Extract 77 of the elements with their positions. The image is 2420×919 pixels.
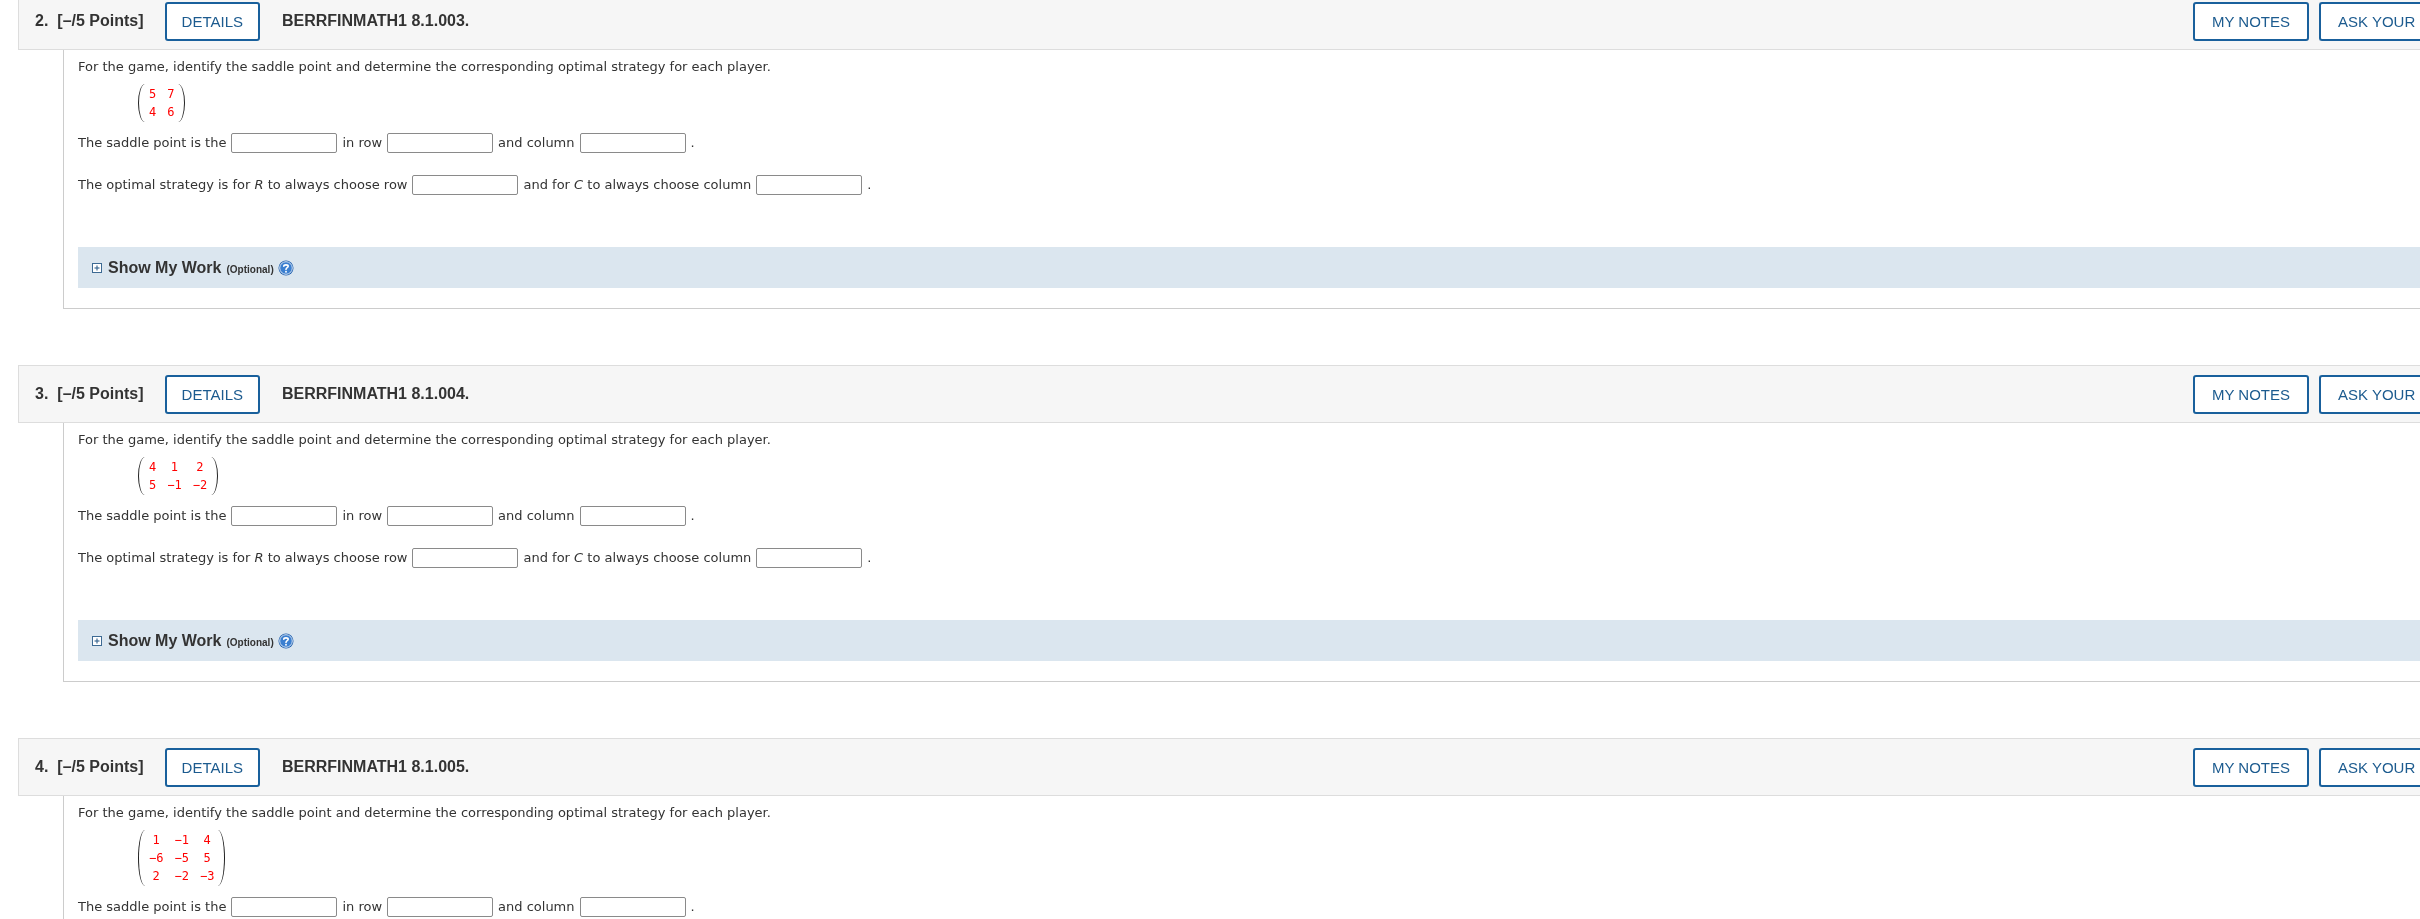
- matrix-entry: −1: [167, 477, 182, 494]
- question-code: BERRFINMATH1 8.1.005.: [282, 758, 470, 776]
- answer-field[interactable]: [231, 506, 338, 526]
- answer-field[interactable]: [579, 897, 686, 917]
- matrix-entry: 4: [149, 104, 157, 121]
- ask-button[interactable]: ASK YOUR: [2319, 1, 2420, 41]
- optional-label: (Optional): [226, 636, 274, 648]
- details-button[interactable]: DETAILS: [164, 1, 260, 41]
- help-icon[interactable]: [277, 632, 294, 649]
- matrix-entry: 4: [203, 832, 211, 849]
- question-number: 4.: [35, 758, 49, 776]
- question-number: 3.: [35, 385, 49, 403]
- answer-label: .: [867, 176, 872, 194]
- points-label: [–/5 Points]: [57, 758, 144, 776]
- answer-field[interactable]: [579, 506, 686, 526]
- answer-label: and column: [498, 134, 575, 152]
- help-icon[interactable]: [277, 259, 294, 276]
- question-prompt: For the game, identify the saddle point and determine the corresponding optimal strategy for each player.: [78, 804, 772, 822]
- matrix-entry: 6: [167, 104, 175, 121]
- answer-field[interactable]: [387, 506, 494, 526]
- answer-label: The optimal strategy is for R to always choose row: [78, 549, 408, 567]
- matrix-entry: 5: [203, 850, 211, 867]
- answer-label: in row: [342, 134, 383, 152]
- answer-field[interactable]: [231, 897, 338, 917]
- matrix-entry: −2: [174, 868, 189, 885]
- matrix-entry: −3: [199, 868, 215, 885]
- question-code: BERRFINMATH1 8.1.004.: [282, 385, 470, 403]
- answer-label: and column: [498, 507, 575, 525]
- question-number: 2.: [35, 12, 49, 30]
- matrix-entry: 1: [170, 459, 179, 476]
- answer-field[interactable]: [756, 548, 863, 568]
- details-button[interactable]: DETAILS: [164, 747, 260, 787]
- matrix-entry: −1: [174, 832, 189, 849]
- question-prompt: For the game, identify the saddle point and determine the corresponding optimal strategy for each player.: [78, 431, 772, 449]
- answer-field[interactable]: [412, 548, 519, 568]
- show-my-work-toggle[interactable]: Show My Work: [92, 258, 222, 277]
- matrix-entry: −5: [174, 850, 189, 867]
- answer-label: and column: [498, 898, 575, 916]
- question-code: BERRFINMATH1 8.1.003.: [282, 12, 470, 30]
- matrix-entry: 4: [149, 459, 157, 476]
- answer-field[interactable]: [387, 897, 494, 917]
- answer-field[interactable]: [579, 133, 686, 153]
- matrix-entry: 2: [152, 868, 160, 885]
- answer-label: The saddle point is the: [78, 507, 227, 525]
- answer-label: The saddle point is the: [78, 134, 227, 152]
- matrix-entry: 1: [152, 832, 160, 849]
- answer-label: .: [690, 898, 695, 916]
- answer-label: .: [690, 507, 695, 525]
- ask-button[interactable]: ASK YOUR: [2319, 747, 2420, 787]
- answer-label: .: [867, 549, 872, 567]
- answer-label: in row: [342, 898, 383, 916]
- matrix-entry: 5: [149, 477, 157, 494]
- answer-field[interactable]: [756, 175, 863, 195]
- my-notes-button[interactable]: MY NOTES: [2192, 374, 2309, 414]
- answer-label: and for C to always choose column: [523, 176, 752, 194]
- answer-label: .: [690, 134, 695, 152]
- answer-label: The saddle point is the: [78, 898, 227, 916]
- points-label: [–/5 Points]: [57, 12, 144, 30]
- answer-field[interactable]: [412, 175, 519, 195]
- details-button[interactable]: DETAILS: [164, 374, 260, 414]
- answer-field[interactable]: [231, 133, 338, 153]
- matrix-entry: 2: [196, 459, 204, 476]
- my-notes-button[interactable]: MY NOTES: [2192, 747, 2309, 787]
- answer-label: and for C to always choose column: [523, 549, 752, 567]
- optional-label: (Optional): [226, 263, 274, 275]
- matrix-entry: −2: [192, 477, 208, 494]
- question-prompt: For the game, identify the saddle point and determine the corresponding optimal strategy for each player.: [78, 58, 772, 76]
- matrix-entry: −6: [149, 850, 164, 867]
- answer-field[interactable]: [387, 133, 494, 153]
- points-label: [–/5 Points]: [57, 385, 144, 403]
- answer-label: The optimal strategy is for R to always choose row: [78, 176, 408, 194]
- matrix-entry: 5: [149, 86, 157, 103]
- ask-button[interactable]: ASK YOUR: [2319, 374, 2420, 414]
- show-my-work-toggle[interactable]: Show My Work: [92, 631, 222, 650]
- answer-label: in row: [342, 507, 383, 525]
- matrix-entry: 7: [167, 86, 175, 103]
- my-notes-button[interactable]: MY NOTES: [2192, 1, 2309, 41]
